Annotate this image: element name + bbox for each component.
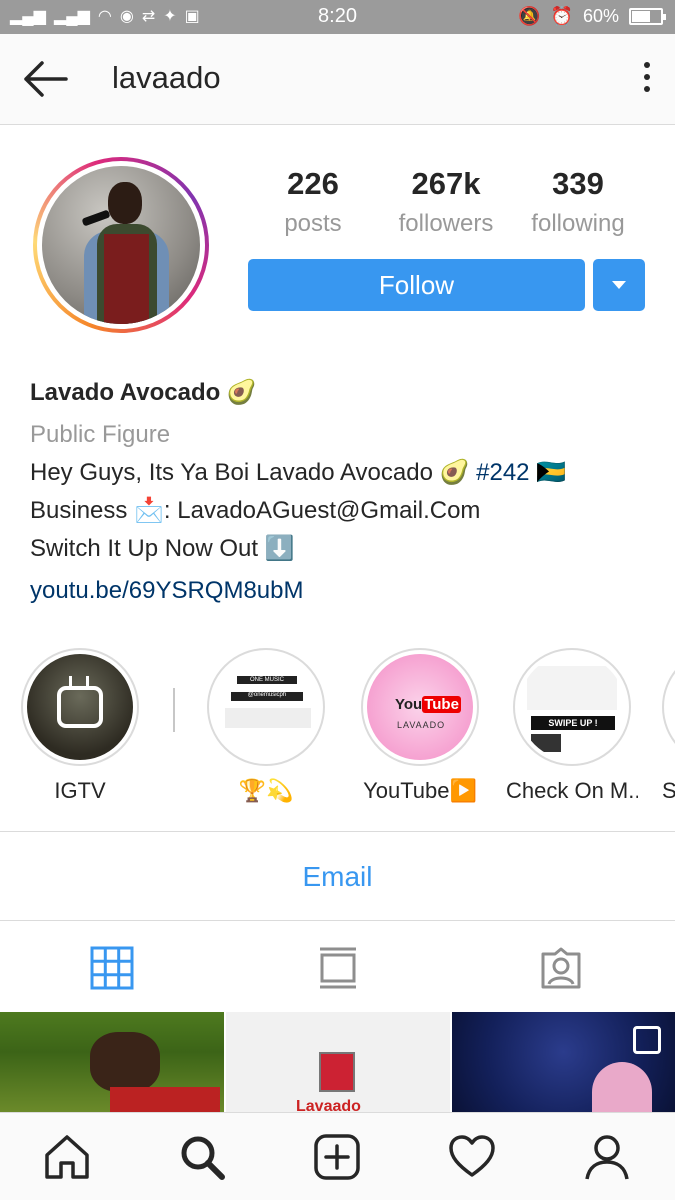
- home-icon[interactable]: [43, 1133, 91, 1181]
- igtv-cover: [27, 654, 133, 760]
- highlight-check-on-me[interactable]: SWIPE UP ! Check On M...: [506, 648, 638, 804]
- profile-avatar[interactable]: [33, 157, 209, 333]
- flag-emoji: 🇧🇸: [529, 459, 567, 486]
- highlight-igtv[interactable]: IGTV: [19, 648, 141, 804]
- post-thumbnail[interactable]: [452, 1012, 675, 1112]
- status-icons-right: 🔕 ⏰ 60%: [518, 6, 666, 27]
- highlight-youtube[interactable]: You Tube LAVAADO YouTube▶️: [359, 648, 481, 804]
- highlight-label: IGTV: [54, 778, 106, 803]
- posts-stat[interactable]: 226 posts: [248, 166, 378, 238]
- highlight-label: 🏆💫: [238, 778, 294, 803]
- profile-bio: Lavado Avocado 🥑 Public Figure Hey Guys,…: [30, 374, 650, 610]
- profile-stats: 226 posts 267k followers 339 following: [248, 166, 645, 246]
- battery-percent: 60%: [582, 6, 619, 26]
- igtv-icon: [57, 686, 103, 728]
- followers-count: 267k: [411, 166, 481, 201]
- hashtag-link[interactable]: #242: [476, 459, 529, 486]
- highlight-cover: ONE MUSIC @onemusicph: [213, 654, 319, 760]
- carousel-icon: [633, 1026, 661, 1054]
- youtube-logo: You Tube: [395, 696, 461, 713]
- tagged-icon[interactable]: [539, 946, 583, 990]
- swipe-up-text: SWIPE UP !: [531, 716, 615, 730]
- story-highlights: IGTV ONE MUSIC @onemusicph 🏆💫 You Tube LA…: [0, 648, 675, 808]
- profile-tabs: [0, 922, 675, 1012]
- following-count: 339: [552, 166, 604, 201]
- post-thumbnail[interactable]: Lavaado: [226, 1012, 450, 1112]
- bio-line-2: Business 📩: LavadoAGuest@Gmail.Com: [30, 497, 481, 524]
- bio-line-3: Switch It Up Now Out ⬇️: [30, 535, 295, 562]
- bio-line-1: Hey Guys, Its Ya Boi Lavado Avocado 🥑 #2…: [30, 454, 650, 492]
- youtube-channel-name: LAVAADO: [397, 720, 446, 730]
- follow-button[interactable]: Follow: [248, 259, 585, 311]
- following-label: following: [531, 210, 625, 237]
- youtube-logo-you: You: [395, 696, 423, 713]
- battery-icon: [629, 8, 666, 25]
- news-handle: @onemusicph: [231, 692, 303, 701]
- mute-icon: 🔕: [518, 6, 541, 26]
- youtube-logo-tube: Tube: [422, 696, 461, 713]
- bottom-navigation: [0, 1112, 675, 1200]
- profile-display-name: Lavado Avocado 🥑: [30, 379, 257, 406]
- heart-icon[interactable]: [448, 1133, 496, 1181]
- highlight-label: S: [662, 778, 675, 803]
- highlight-cover: SWIPE UP !: [519, 654, 625, 760]
- chevron-down-icon: [612, 281, 626, 289]
- highlight-trophy[interactable]: ONE MUSIC @onemusicph 🏆💫: [205, 648, 327, 804]
- following-stat[interactable]: 339 following: [514, 166, 642, 238]
- posts-count: 226: [287, 166, 339, 201]
- posts-label: posts: [284, 210, 342, 237]
- profile-icon[interactable]: [583, 1133, 631, 1181]
- followers-stat[interactable]: 267k followers: [380, 166, 512, 238]
- top-bar: lavaado: [0, 34, 675, 125]
- back-arrow-icon[interactable]: [20, 56, 70, 102]
- highlight-label: Check On M...: [506, 778, 638, 803]
- profile-username: lavaado: [112, 60, 221, 95]
- highlight-cover: You Tube LAVAADO: [367, 654, 473, 760]
- new-post-icon[interactable]: [313, 1133, 361, 1181]
- news-brand: ONE MUSIC: [237, 676, 297, 684]
- suggestions-dropdown-button[interactable]: [593, 259, 645, 311]
- highlight-label: YouTube▶️: [363, 778, 477, 803]
- avatar-photo: [42, 166, 200, 324]
- bio-text: Hey Guys, Its Ya Boi Lavado Avocado 🥑: [30, 459, 477, 486]
- highlight-divider: [173, 688, 175, 732]
- feed-icon[interactable]: [316, 946, 360, 990]
- grid-icon[interactable]: [90, 946, 134, 990]
- highlight-partial[interactable]: S: [662, 648, 675, 804]
- alarm-icon: ⏰: [550, 6, 573, 26]
- posts-grid: Lavaado: [0, 1012, 675, 1112]
- search-icon[interactable]: [178, 1133, 226, 1181]
- profile-category: Public Figure: [30, 421, 171, 448]
- followers-label: followers: [398, 210, 494, 237]
- more-options-icon[interactable]: [641, 62, 653, 96]
- bio-website-link[interactable]: youtu.be/69YSRQM8ubM: [30, 572, 650, 610]
- post-thumbnail[interactable]: [0, 1012, 224, 1112]
- email-button[interactable]: Email: [0, 831, 675, 921]
- post-thumbnail-text: Lavaado: [296, 1098, 361, 1112]
- status-bar: ▂▄▆ ▂▄▆ ◠ ◉ ⇄ ✦ ▣ 8:20 🔕 ⏰ 60%: [0, 0, 675, 34]
